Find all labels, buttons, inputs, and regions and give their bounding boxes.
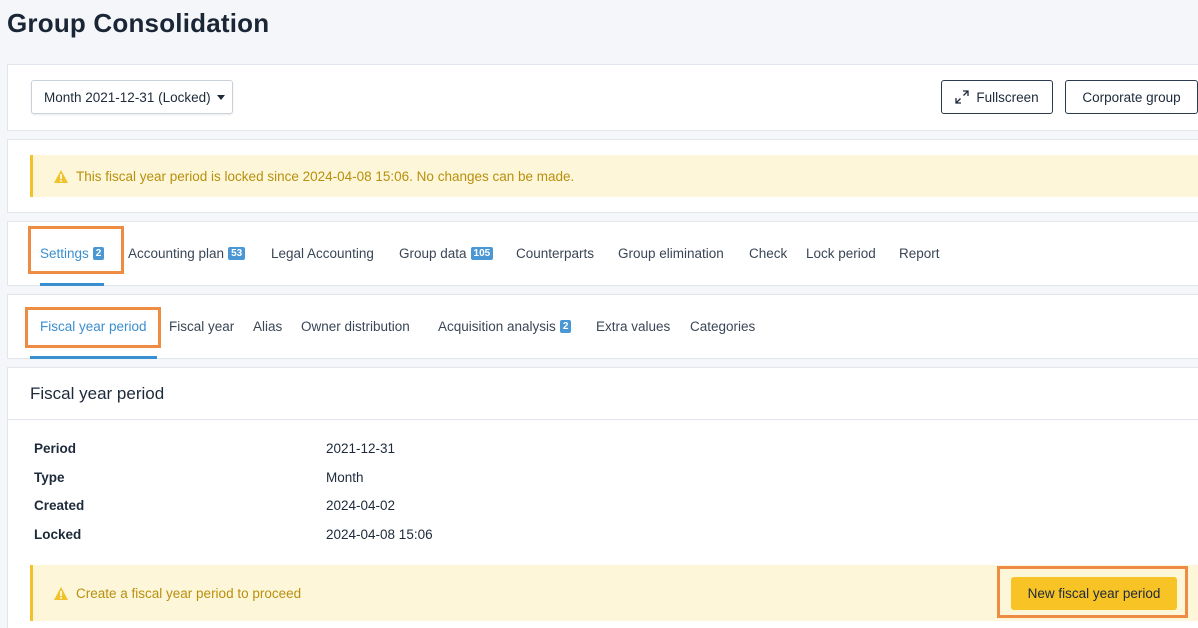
subtab-extra-values[interactable]: Extra values [596, 295, 670, 358]
detail-row: Period 2021-12-31 [34, 438, 395, 458]
subtab-label: Owner distribution [301, 319, 410, 334]
lock-alert: This fiscal year period is locked since … [30, 155, 1198, 197]
tab-badge: 105 [470, 247, 494, 260]
lock-alert-card: This fiscal year period is locked since … [7, 139, 1198, 213]
tab-label: Accounting plan [128, 246, 225, 261]
fullscreen-label: Fullscreen [976, 89, 1039, 105]
fiscal-year-period-card: Fiscal year period Period 2021-12-31 Typ… [7, 367, 1198, 628]
tab-badge: 53 [228, 247, 246, 260]
tab-counterparts[interactable]: Counterparts [516, 222, 594, 285]
lock-alert-text: This fiscal year period is locked since … [76, 168, 575, 184]
detail-label: Created [34, 497, 85, 513]
detail-row: Locked 2024-04-08 15:06 [34, 524, 433, 544]
tab-label: Counterparts [516, 246, 595, 261]
subtab-label: Fiscal year period [40, 319, 147, 334]
card-title: Fiscal year period [8, 368, 1198, 420]
subtab-fiscal-year-period[interactable]: Fiscal year period [30, 295, 157, 359]
new-fiscal-year-period-button[interactable]: New fiscal year period [1011, 577, 1177, 610]
subtab-label: Fiscal year [169, 319, 235, 334]
warning-icon [54, 169, 68, 183]
subtab-fiscal-year[interactable]: Fiscal year [169, 295, 234, 358]
tab-accounting-plan[interactable]: Accounting plan 53 [128, 222, 246, 285]
tab-check[interactable]: Check [749, 222, 787, 285]
tab-group-elimination[interactable]: Group elimination [618, 222, 724, 285]
sub-tabs: Fiscal year period Fiscal year Alias Own… [7, 294, 1198, 359]
period-select-value: Month 2021-12-31 (Locked) [44, 89, 211, 105]
proceed-alert-text: Create a fiscal year period to proceed [76, 585, 302, 601]
corporate-group-button[interactable]: Corporate group [1065, 80, 1198, 114]
tab-label: Group data [399, 246, 467, 261]
tab-label: Report [899, 246, 940, 261]
detail-value: Month [326, 469, 364, 485]
subtab-owner-distribution[interactable]: Owner distribution [301, 295, 410, 358]
tab-badge: 2 [92, 247, 105, 260]
subtab-alias[interactable]: Alias [253, 295, 282, 358]
warning-icon [54, 586, 68, 600]
page-title: Group Consolidation [7, 8, 270, 38]
tab-label: Group elimination [618, 246, 724, 261]
subtab-label: Alias [253, 319, 283, 334]
tab-settings[interactable]: Settings 2 [40, 222, 105, 286]
detail-value: 2024-04-02 [326, 497, 396, 513]
fullscreen-button[interactable]: Fullscreen [941, 80, 1053, 114]
subtab-label: Categories [690, 319, 756, 334]
tab-lock-period[interactable]: Lock period [806, 222, 876, 285]
main-tabs: Settings 2 Accounting plan 53 Legal Acco… [7, 221, 1198, 286]
detail-label: Type [34, 469, 65, 485]
expand-icon [955, 90, 970, 104]
subtab-badge: 2 [559, 320, 572, 333]
detail-label: Locked [34, 526, 82, 542]
detail-label: Period [34, 440, 77, 456]
tab-report[interactable]: Report [899, 222, 940, 285]
tab-legal-accounting[interactable]: Legal Accounting [271, 222, 374, 285]
tab-label: Lock period [806, 246, 876, 261]
corporate-group-label: Corporate group [1082, 89, 1181, 105]
period-select[interactable]: Month 2021-12-31 (Locked) [31, 80, 233, 114]
subtab-label: Acquisition analysis [438, 319, 556, 334]
subtab-categories[interactable]: Categories [690, 295, 755, 358]
detail-row: Type Month [34, 467, 364, 487]
detail-row: Created 2024-04-02 [34, 495, 395, 515]
tab-group-data[interactable]: Group data 105 [399, 222, 494, 285]
detail-value: 2024-04-08 15:06 [326, 526, 433, 542]
tab-label: Check [749, 246, 788, 261]
tab-label: Legal Accounting [271, 246, 374, 261]
caret-down-icon [216, 94, 225, 100]
subtab-acquisition-analysis[interactable]: Acquisition analysis 2 [438, 295, 572, 358]
toolbar: Month 2021-12-31 (Locked) Fullscreen Cor… [7, 64, 1198, 131]
tab-label: Settings [40, 246, 89, 261]
subtab-label: Extra values [596, 319, 671, 334]
detail-value: 2021-12-31 [326, 440, 396, 456]
